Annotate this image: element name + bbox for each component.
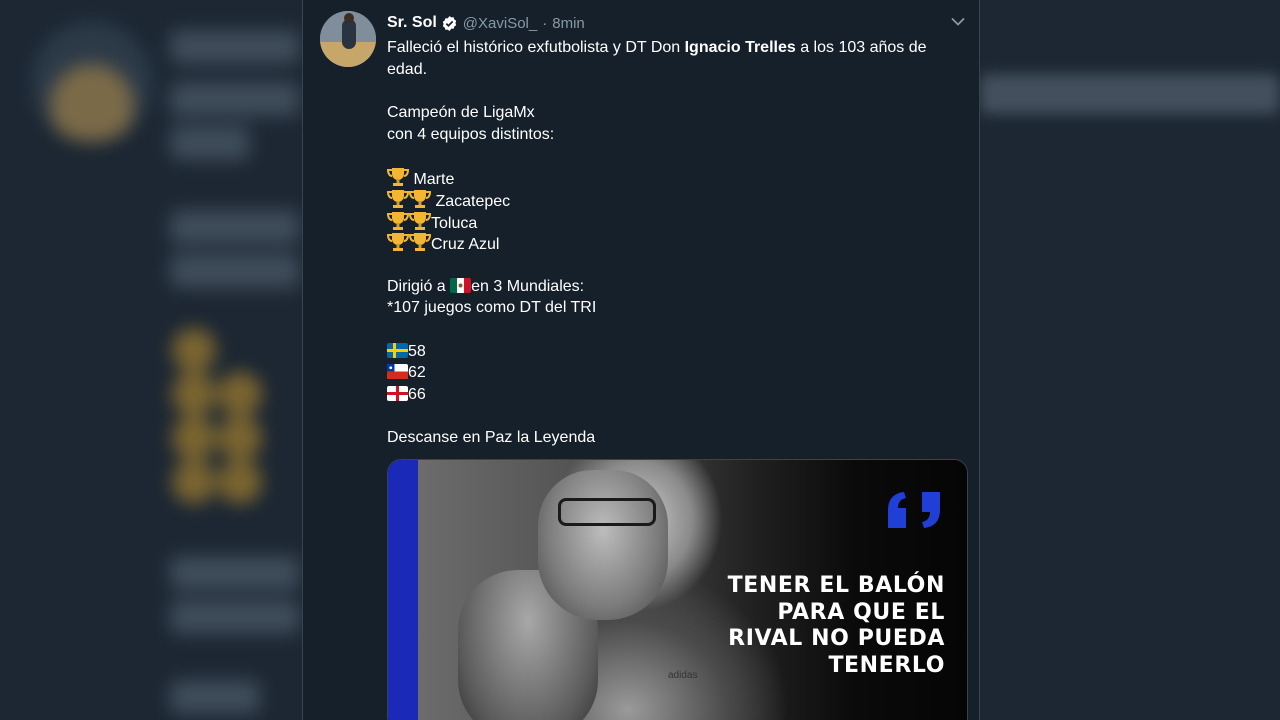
- tweet-media-image[interactable]: adidas TENER EL BALÓN PARA QUE EL RIVAL …: [387, 459, 968, 720]
- mention-name: Ignacio Trelles: [684, 39, 796, 56]
- blurred-text: [170, 680, 260, 714]
- text-line: Descanse en Paz la Leyenda: [387, 429, 596, 447]
- england-flag-icon: [387, 386, 408, 401]
- blurred-text: [170, 126, 250, 160]
- world-cup-line: 66: [387, 384, 957, 406]
- trophy-icon: [387, 189, 409, 208]
- blurred-trophy: [172, 372, 216, 416]
- blurred-text: [170, 556, 300, 590]
- chevron-down-icon[interactable]: [948, 12, 968, 30]
- team-line: Toluca: [387, 211, 957, 233]
- tweet-card[interactable]: Sr. Sol @XaviSol_ · 8min Falleció el his…: [302, 0, 980, 720]
- chile-flag-icon: [387, 364, 408, 380]
- text-line: Dirigió a en 3 Mundiales:: [387, 277, 585, 295]
- author-name[interactable]: Sr. Sol: [387, 14, 437, 32]
- world-cup-line: 62: [387, 362, 957, 384]
- text-line: edad.: [387, 60, 428, 78]
- separator-dot: ·: [542, 14, 548, 32]
- blurred-trophy: [172, 328, 216, 372]
- blurred-trophy: [218, 416, 262, 460]
- trophy-icon: [387, 233, 409, 252]
- blurred-background-right: [980, 74, 1280, 114]
- blurred-avatar: [32, 22, 152, 142]
- blurred-text: [170, 30, 300, 64]
- blurred-text: [170, 82, 300, 116]
- trophy-icon: [387, 168, 409, 187]
- trophy-icon: [409, 233, 431, 252]
- trophy-icon: [387, 211, 409, 230]
- trophy-icon: [409, 189, 431, 208]
- sweden-flag-icon: [387, 342, 408, 358]
- accent-stripe: [388, 460, 418, 720]
- blurred-trophy: [218, 372, 262, 416]
- team-line: Zacatepec: [387, 189, 957, 211]
- quote-mark-icon: [888, 492, 940, 528]
- blurred-text: [170, 254, 300, 288]
- blurred-trophy: [218, 460, 262, 504]
- quote-text: TENER EL BALÓN PARA QUE EL RIVAL NO PUED…: [727, 573, 945, 678]
- blurred-text: [170, 210, 300, 244]
- blurred-trophy: [172, 416, 216, 460]
- tweet-header: Sr. Sol @XaviSol_ · 8min: [387, 13, 585, 33]
- tweet-text: Falleció el histórico exfutbolista y DT …: [387, 37, 957, 449]
- text-line: Campeón de LigaMx: [387, 104, 535, 122]
- avatar[interactable]: [320, 11, 376, 67]
- team-line: Marte: [387, 167, 957, 189]
- photo-face: [538, 470, 668, 620]
- text-line: Falleció el histórico exfutbolista y DT …: [387, 39, 927, 56]
- blurred-trophy: [172, 460, 216, 504]
- text-line: con 4 equipos distintos:: [387, 125, 555, 143]
- text-line: *107 juegos como DT del TRI: [387, 299, 597, 317]
- mexico-flag-icon: [450, 277, 472, 293]
- world-cup-line: 58: [387, 341, 957, 363]
- team-line: Cruz Azul: [387, 232, 957, 254]
- timestamp[interactable]: 8min: [552, 15, 585, 32]
- photo-glasses: [558, 498, 656, 526]
- author-handle[interactable]: @XaviSol_: [463, 15, 537, 32]
- trophy-icon: [409, 211, 431, 230]
- blurred-text: [170, 600, 300, 634]
- verified-badge-icon: [442, 15, 456, 31]
